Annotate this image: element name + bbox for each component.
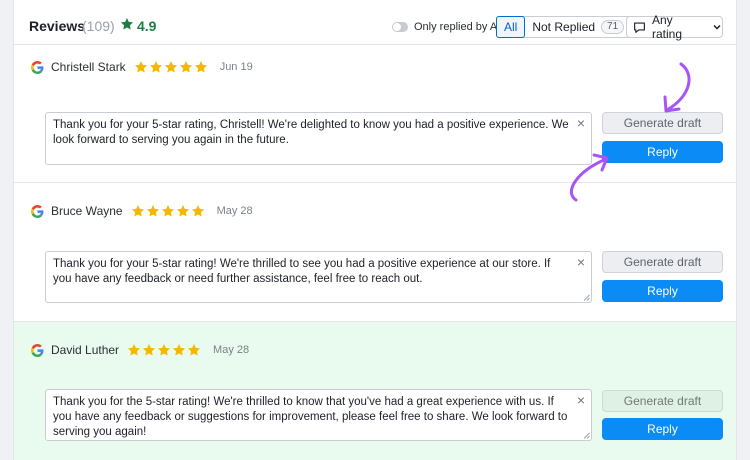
star-icon bbox=[120, 17, 134, 31]
star-icon bbox=[131, 204, 145, 218]
star-icon bbox=[146, 204, 160, 218]
google-icon bbox=[31, 61, 44, 74]
star-icon bbox=[164, 60, 178, 74]
star-icon bbox=[157, 343, 171, 357]
review-date: Jun 19 bbox=[219, 61, 253, 73]
reply-filter-group: All Not Replied 71 bbox=[496, 16, 632, 38]
google-icon bbox=[31, 205, 44, 218]
average-rating: 4.9 bbox=[137, 18, 157, 34]
reply-textarea[interactable]: Thank you for your 5-star rating! We're … bbox=[45, 251, 592, 303]
star-icon bbox=[142, 343, 156, 357]
review-header: Bruce Wayne May 28 bbox=[31, 202, 253, 220]
star-icon bbox=[127, 343, 141, 357]
star-icon bbox=[179, 60, 193, 74]
star-icon bbox=[161, 204, 175, 218]
reply-button[interactable]: Reply bbox=[602, 418, 723, 440]
star-icon bbox=[187, 343, 201, 357]
only-replied-by-ai-toggle[interactable] bbox=[392, 22, 408, 32]
reply-button[interactable]: Reply bbox=[602, 280, 723, 302]
star-rating bbox=[131, 204, 205, 218]
review-item: Bruce Wayne May 28 Thank you for your 5-… bbox=[14, 183, 736, 322]
filter-not-replied-label: Not Replied bbox=[532, 20, 596, 34]
review-date: May 28 bbox=[216, 205, 253, 217]
toggle-label: Only replied by AI bbox=[414, 21, 501, 33]
star-icon bbox=[194, 60, 208, 74]
star-icon bbox=[149, 60, 163, 74]
star-icon bbox=[134, 60, 148, 74]
rating-filter-dropdown[interactable]: Any rating bbox=[626, 13, 723, 41]
star-icon bbox=[176, 204, 190, 218]
reply-text: Thank you for your 5-star rating, Christ… bbox=[53, 119, 569, 146]
reply-textarea[interactable]: Thank you for your 5-star rating, Christ… bbox=[45, 112, 592, 165]
clear-reply-icon[interactable]: × bbox=[577, 393, 585, 407]
star-icon bbox=[191, 204, 205, 218]
reply-button[interactable]: Reply bbox=[602, 141, 723, 163]
generate-draft-button[interactable]: Generate draft bbox=[602, 390, 723, 412]
review-author: Christell Stark bbox=[51, 60, 126, 74]
generate-draft-button[interactable]: Generate draft bbox=[602, 251, 723, 273]
review-date: May 28 bbox=[213, 344, 250, 356]
review-header: Christell Stark Jun 19 bbox=[31, 58, 253, 76]
comment-icon bbox=[634, 21, 645, 33]
page-title: Reviews bbox=[29, 18, 86, 34]
clear-reply-icon[interactable]: × bbox=[577, 116, 585, 130]
reply-textarea[interactable]: Thank you for the 5-star rating! We're t… bbox=[45, 389, 592, 441]
not-replied-count-badge: 71 bbox=[601, 20, 625, 34]
review-author: David Luther bbox=[51, 343, 120, 357]
reply-text: Thank you for the 5-star rating! We're t… bbox=[53, 396, 568, 438]
reviews-count: (109) bbox=[82, 18, 115, 34]
reviews-header: Reviews (109) 4.9 Only replied by AI All… bbox=[14, 0, 736, 45]
chevron-down-icon bbox=[713, 24, 721, 30]
review-author: Bruce Wayne bbox=[51, 204, 123, 218]
generate-draft-button[interactable]: Generate draft bbox=[602, 112, 723, 134]
clear-reply-icon[interactable]: × bbox=[577, 255, 585, 269]
resize-handle-icon[interactable] bbox=[583, 294, 590, 301]
star-rating bbox=[134, 60, 208, 74]
resize-handle-icon[interactable] bbox=[583, 432, 590, 439]
reviews-panel: Reviews (109) 4.9 Only replied by AI All… bbox=[13, 0, 737, 460]
filter-all-button[interactable]: All bbox=[496, 16, 526, 38]
review-header: David Luther May 28 bbox=[31, 341, 249, 359]
review-item: Christell Stark Jun 19 Thank you for you… bbox=[14, 46, 736, 183]
google-icon bbox=[31, 344, 44, 357]
filter-not-replied-button[interactable]: Not Replied 71 bbox=[524, 17, 630, 37]
reply-text: Thank you for your 5-star rating! We're … bbox=[53, 258, 551, 285]
star-rating bbox=[127, 343, 201, 357]
review-item-highlighted: David Luther May 28 Thank you for the 5-… bbox=[14, 322, 736, 460]
star-icon bbox=[172, 343, 186, 357]
rating-filter-label: Any rating bbox=[652, 13, 683, 41]
